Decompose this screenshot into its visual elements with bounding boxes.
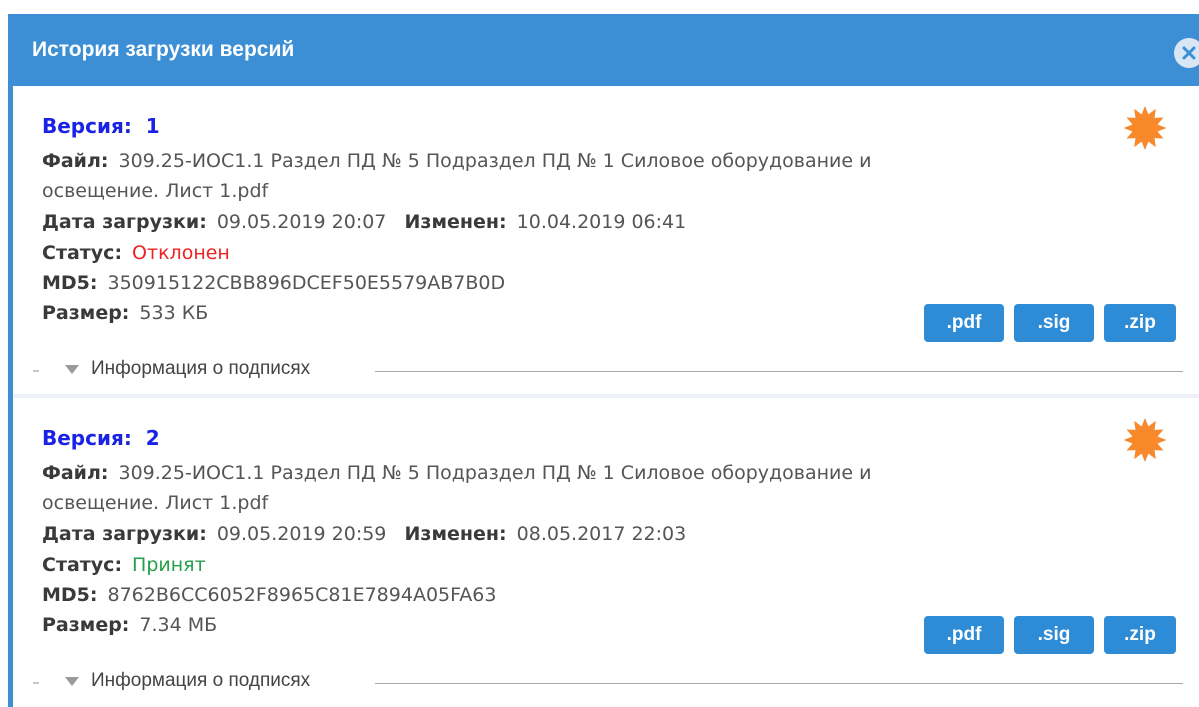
md5-value: 8762B6CC6052F8965C81E7894A05FA63	[107, 584, 497, 606]
dates-line: Дата загрузки: 09.05.2019 20:07 Изменен: 1…	[42, 211, 687, 233]
download-sig-button[interactable]: .sig	[1014, 304, 1094, 342]
dates-line: Дата загрузки: 09.05.2019 20:59 Изменен: 0…	[42, 523, 687, 545]
close-button[interactable]	[1174, 38, 1199, 68]
upload-date: 09.05.2019 20:59	[216, 523, 387, 545]
status-value: Принят	[132, 554, 206, 576]
file-line: Файл: 309.25-ИОС1.1 Раздел ПД № 5 Подразд…	[42, 150, 872, 172]
divider-line	[375, 683, 1183, 684]
version-card: Версия: 2 Файл: 309.25-ИОС1.1 Раздел ПД №…	[13, 398, 1199, 707]
modified-date: 10.04.2019 06:41	[516, 211, 687, 233]
file-line-continued: освещение. Лист 1.pdf	[42, 492, 268, 514]
download-sig-button[interactable]: .sig	[1014, 616, 1094, 654]
file-name-cont: освещение. Лист 1.pdf	[42, 180, 269, 202]
file-name: 309.25-ИОС1.1 Раздел ПД № 5 Подраздел ПД…	[118, 462, 872, 484]
version-history-dialog: История загрузки версий Версия: 1 Файл: 3…	[8, 14, 1199, 707]
md5-value: 350915122CBB896DCEF50E5579AB7B0D	[107, 272, 506, 294]
seal-icon	[1123, 106, 1167, 150]
size-value: 533 КБ	[139, 302, 209, 324]
status-value: Отклонен	[132, 242, 230, 264]
download-pdf-button[interactable]: .pdf	[924, 304, 1004, 342]
md5-line: MD5: 8762B6CC6052F8965C81E7894A05FA63	[42, 584, 497, 606]
modified-date: 08.05.2017 22:03	[516, 523, 687, 545]
version-card: Версия: 1 Файл: 309.25-ИОС1.1 Раздел ПД №…	[13, 86, 1199, 398]
dialog-title: История загрузки версий	[32, 38, 295, 61]
background-strip	[0, 0, 1199, 14]
file-line: Файл: 309.25-ИОС1.1 Раздел ПД № 5 Подразд…	[42, 462, 872, 484]
download-pdf-button[interactable]: .pdf	[924, 616, 1004, 654]
signatures-info-toggle[interactable]: Информация о подписях	[33, 668, 1183, 698]
md5-line: MD5: 350915122CBB896DCEF50E5579AB7B0D	[42, 272, 506, 294]
file-line-continued: освещение. Лист 1.pdf	[42, 180, 268, 202]
file-name: 309.25-ИОС1.1 Раздел ПД № 5 Подраздел ПД…	[118, 150, 872, 172]
size-line: Размер: 7.34 МБ	[42, 614, 218, 636]
size-value: 7.34 МБ	[139, 614, 218, 636]
signatures-info-label: Информация о подписях	[91, 358, 311, 379]
triangle-down-icon	[65, 677, 79, 686]
signatures-info-label: Информация о подписях	[91, 670, 311, 691]
triangle-down-icon	[65, 365, 79, 374]
close-icon	[1182, 46, 1196, 60]
file-name-cont: освещение. Лист 1.pdf	[42, 492, 269, 514]
upload-date: 09.05.2019 20:07	[216, 211, 387, 233]
divider-dot	[33, 682, 39, 684]
dialog-content[interactable]: Версия: 1 Файл: 309.25-ИОС1.1 Раздел ПД №…	[13, 86, 1199, 707]
dialog-titlebar: История загрузки версий	[8, 14, 1199, 86]
version-number: 1	[145, 114, 160, 138]
size-line: Размер: 533 КБ	[42, 302, 209, 324]
version-heading: Версия: 2	[42, 426, 160, 450]
version-heading: Версия: 1	[42, 114, 160, 138]
divider-dot	[33, 370, 39, 372]
status-line: Статус: Отклонен	[42, 242, 230, 264]
divider-line	[375, 371, 1183, 372]
signatures-info-toggle[interactable]: Информация о подписях	[33, 356, 1183, 386]
version-number: 2	[145, 426, 160, 450]
status-line: Статус: Принят	[42, 554, 206, 576]
download-zip-button[interactable]: .zip	[1104, 616, 1176, 654]
download-zip-button[interactable]: .zip	[1104, 304, 1176, 342]
seal-icon	[1123, 418, 1167, 462]
